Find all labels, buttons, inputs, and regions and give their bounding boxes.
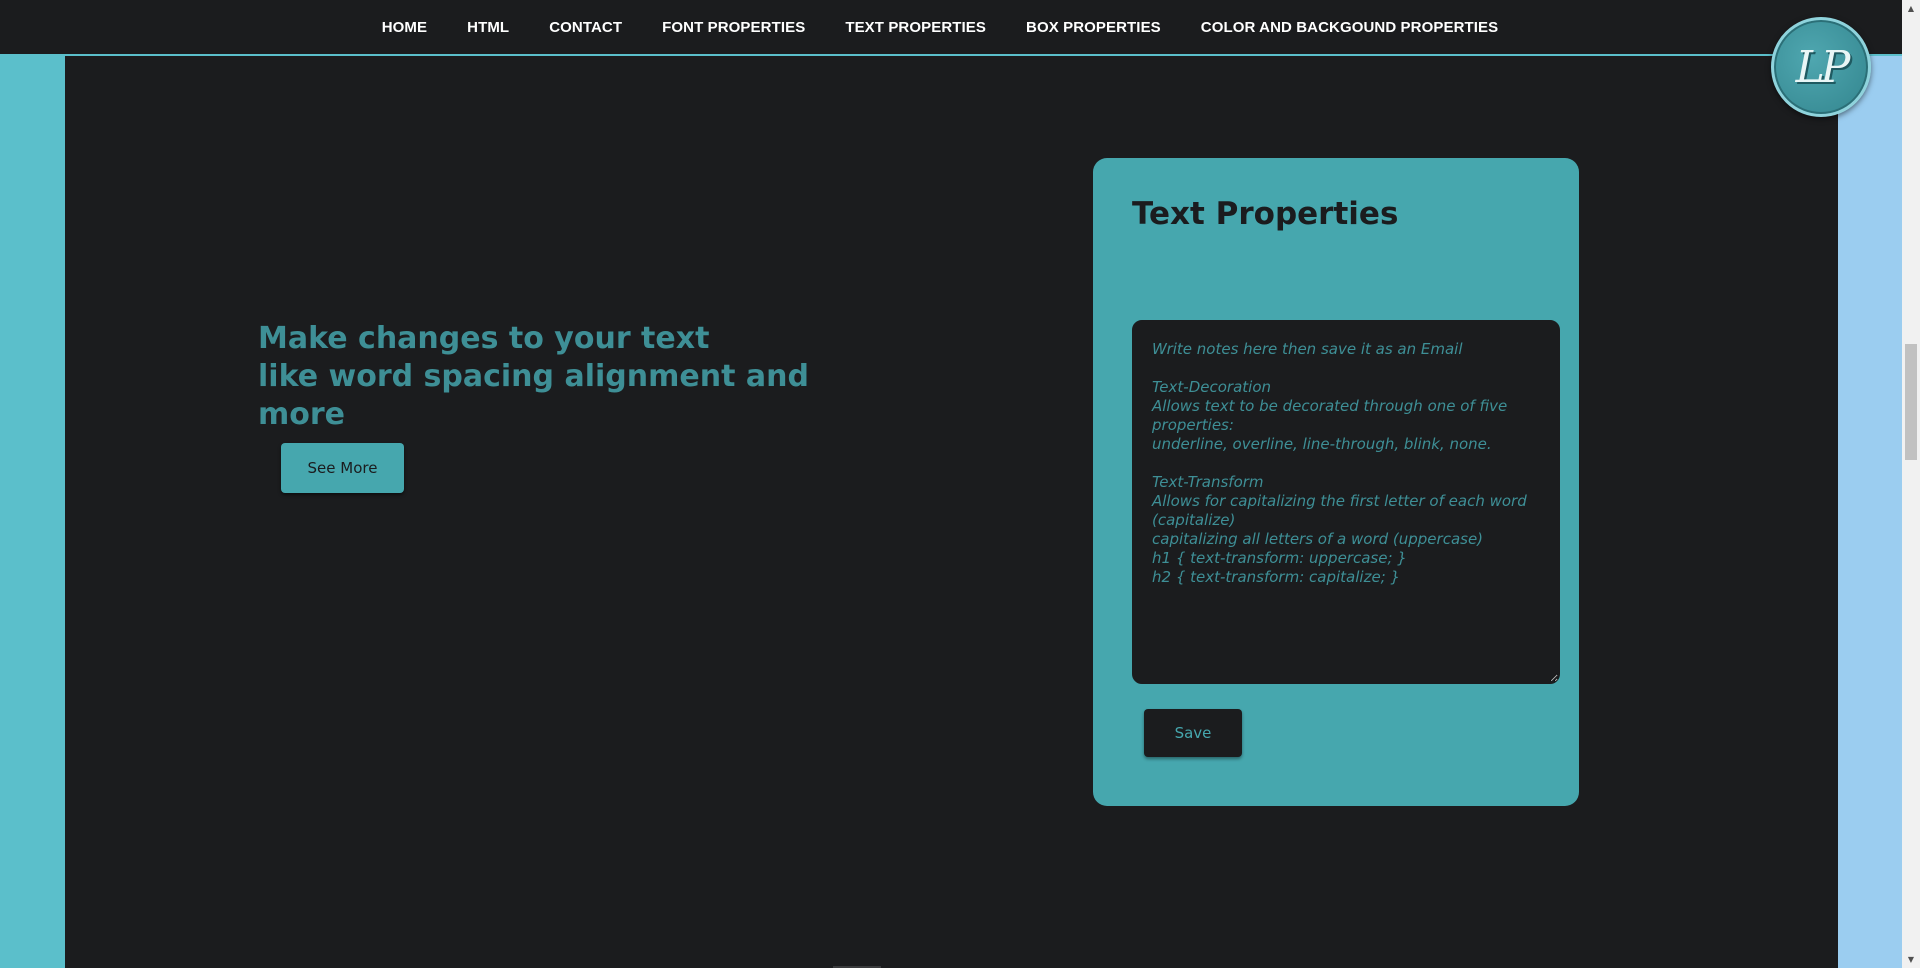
hero-heading: Make changes to your text like word spac… <box>258 320 878 434</box>
site-logo[interactable]: LP <box>1771 17 1871 117</box>
scroll-up-arrow-icon[interactable]: ▲ <box>1902 0 1920 17</box>
nav-link-text-properties[interactable]: TEXT PROPERTIES <box>825 19 1006 36</box>
hero-heading-line-1: Make changes to your text <box>258 321 710 356</box>
nav-link-color-background-properties[interactable]: COLOR AND BACKGOUND PROPERTIES <box>1181 19 1518 36</box>
nav-link-html[interactable]: HTML <box>447 19 529 36</box>
scrollbar-thumb[interactable] <box>1905 344 1917 460</box>
nav-link-box-properties[interactable]: BOX PROPERTIES <box>1006 19 1181 36</box>
scroll-down-arrow-icon[interactable]: ▼ <box>1902 951 1920 968</box>
right-side-panel <box>1838 56 1902 968</box>
nav-link-font-properties[interactable]: FONT PROPERTIES <box>642 19 825 36</box>
hero-heading-line-2: like word spacing alignment and more <box>258 359 809 432</box>
save-button[interactable]: Save <box>1144 709 1242 757</box>
nav-link-home[interactable]: HOME <box>362 19 447 36</box>
left-side-panel <box>0 56 65 968</box>
top-navbar: HOME HTML CONTACT FONT PROPERTIES TEXT P… <box>0 0 1902 56</box>
see-more-button[interactable]: See More <box>281 443 404 493</box>
nav-menu: HOME HTML CONTACT FONT PROPERTIES TEXT P… <box>362 19 1519 36</box>
vertical-scrollbar[interactable]: ▲ ▼ <box>1902 0 1920 968</box>
notes-textarea[interactable] <box>1132 320 1560 684</box>
card-title: Text Properties <box>1132 196 1399 232</box>
text-properties-card: Text Properties Save <box>1093 158 1579 806</box>
nav-link-contact[interactable]: CONTACT <box>529 19 642 36</box>
logo-text: LP <box>1795 41 1851 93</box>
